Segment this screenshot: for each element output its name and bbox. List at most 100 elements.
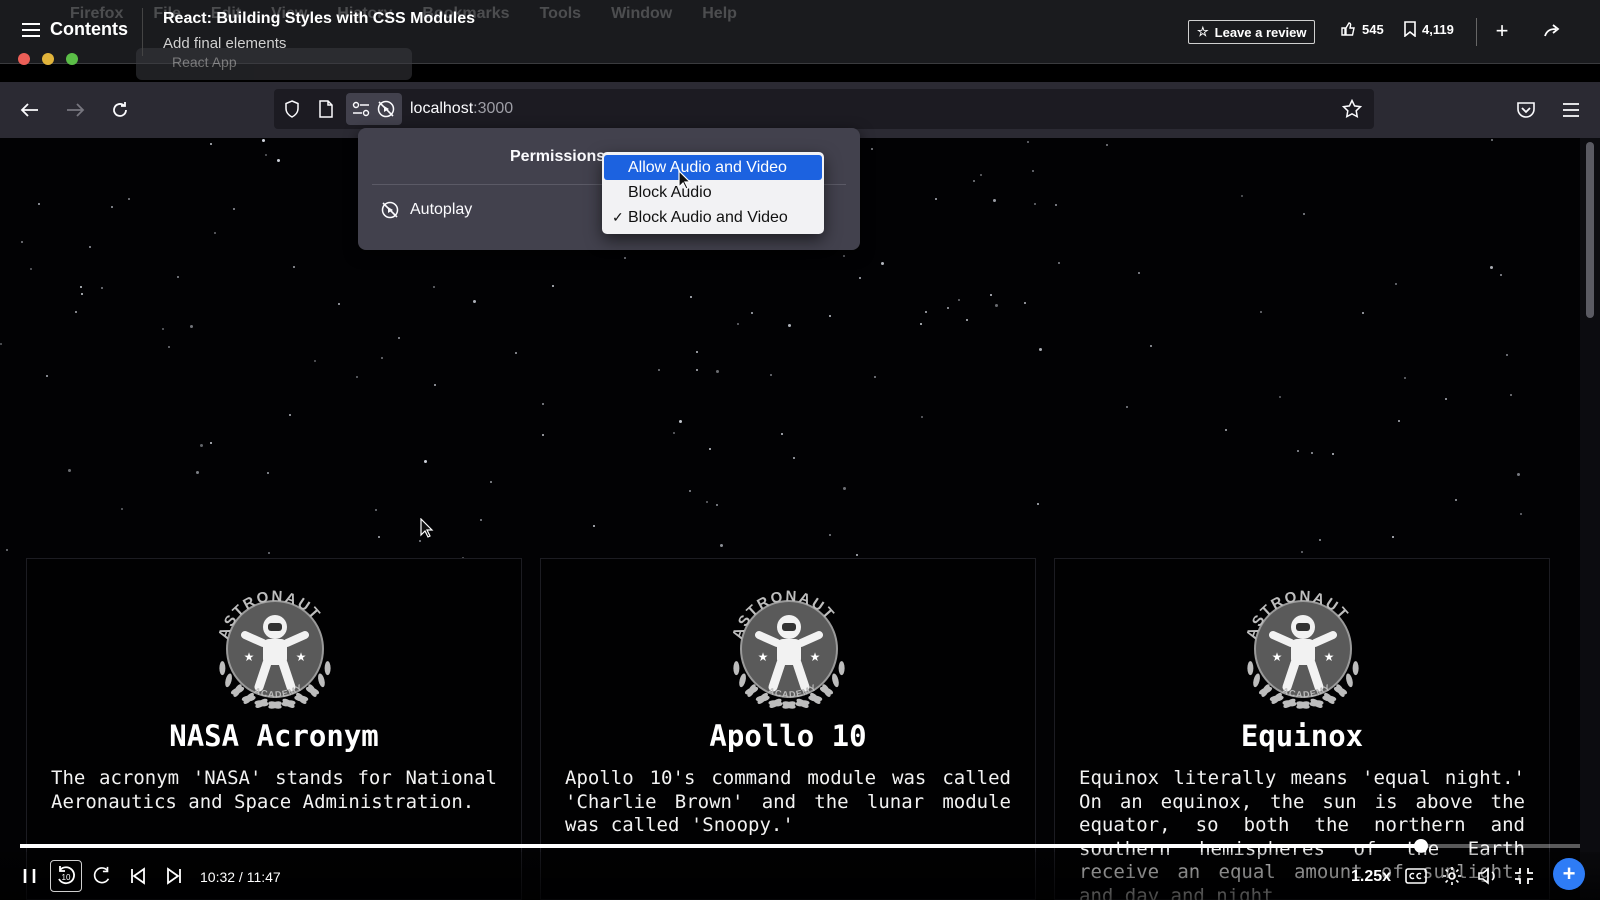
star bbox=[1394, 282, 1397, 285]
card-title: Equinox bbox=[1240, 719, 1364, 753]
star bbox=[843, 486, 847, 490]
add-note-button[interactable]: + bbox=[1553, 858, 1585, 890]
page-viewport: ★ ★ ASTRONAUT ACADEMY NASA Acronym The acro… bbox=[0, 138, 1580, 900]
star bbox=[855, 553, 858, 556]
settings-gear-icon[interactable] bbox=[1438, 862, 1466, 890]
star bbox=[750, 312, 753, 315]
previous-icon[interactable] bbox=[124, 862, 152, 890]
mouse-cursor bbox=[420, 518, 434, 538]
star bbox=[781, 433, 784, 436]
hamburger-menu-icon[interactable] bbox=[1560, 99, 1582, 121]
star bbox=[374, 509, 377, 512]
star bbox=[199, 443, 203, 447]
course-title: React: Building Styles with CSS Modules bbox=[163, 10, 476, 27]
star bbox=[695, 368, 698, 371]
bookmark-icon bbox=[1404, 21, 1416, 37]
add-to-list-icon[interactable]: + bbox=[1491, 18, 1513, 43]
star bbox=[67, 468, 71, 472]
forward-10-icon[interactable] bbox=[88, 862, 116, 890]
star bbox=[213, 232, 216, 235]
card-title: Apollo 10 bbox=[709, 719, 867, 753]
star bbox=[792, 456, 795, 459]
star bbox=[89, 245, 92, 248]
likes-button[interactable]: 545 bbox=[1340, 21, 1384, 37]
star bbox=[1444, 398, 1447, 401]
star bbox=[858, 276, 861, 279]
page-info-icon[interactable] bbox=[316, 99, 336, 119]
star bbox=[479, 519, 482, 522]
star bbox=[121, 508, 124, 511]
reload-icon[interactable] bbox=[108, 98, 132, 122]
star bbox=[678, 419, 682, 423]
captions-icon[interactable] bbox=[1402, 862, 1430, 890]
star bbox=[276, 159, 280, 163]
bookmark-star-icon[interactable] bbox=[1342, 99, 1362, 119]
next-icon[interactable] bbox=[160, 862, 188, 890]
star bbox=[1034, 202, 1037, 205]
bookmarks-count: 4,119 bbox=[1422, 21, 1454, 37]
star bbox=[719, 544, 723, 548]
star bbox=[210, 442, 213, 445]
url-port: :3000 bbox=[473, 100, 514, 117]
leave-review-button[interactable]: ☆ Leave a review bbox=[1188, 20, 1316, 44]
back-arrow-icon[interactable] bbox=[18, 98, 42, 122]
page-scrollbar[interactable] bbox=[1580, 138, 1600, 900]
option-allow-audio-video[interactable]: Allow Audio and Video bbox=[604, 155, 822, 180]
volume-icon[interactable] bbox=[1474, 862, 1502, 890]
star bbox=[1058, 262, 1061, 265]
star bbox=[829, 534, 832, 537]
star bbox=[81, 292, 84, 295]
pause-icon[interactable] bbox=[16, 862, 44, 890]
star bbox=[1392, 536, 1395, 539]
url-host: localhost bbox=[410, 100, 474, 117]
star bbox=[881, 262, 885, 266]
star bbox=[1301, 551, 1304, 554]
star bbox=[1036, 503, 1039, 506]
star bbox=[1278, 395, 1281, 398]
star bbox=[46, 374, 49, 377]
star bbox=[673, 432, 676, 435]
star bbox=[873, 376, 876, 379]
menu-icon bbox=[22, 22, 40, 37]
option-block-audio[interactable]: Block Audio bbox=[604, 180, 822, 205]
star bbox=[708, 448, 711, 451]
star bbox=[541, 402, 544, 405]
star bbox=[490, 481, 493, 484]
playback-speed[interactable]: 1.25x bbox=[1351, 868, 1391, 886]
video-progress-bar[interactable] bbox=[20, 839, 1580, 853]
option-block-audio-video[interactable]: ✓ Block Audio and Video bbox=[604, 205, 822, 230]
star bbox=[74, 311, 77, 314]
star bbox=[377, 536, 380, 539]
exit-fullscreen-icon[interactable] bbox=[1510, 862, 1538, 890]
star bbox=[100, 287, 103, 290]
star bbox=[994, 304, 998, 308]
shield-icon[interactable] bbox=[282, 99, 302, 119]
lesson-subtitle: Add final elements bbox=[163, 35, 287, 52]
star bbox=[266, 472, 269, 475]
share-icon[interactable] bbox=[1541, 20, 1563, 42]
star bbox=[292, 265, 295, 268]
url-text[interactable]: localhost:3000 bbox=[410, 100, 513, 118]
star bbox=[935, 198, 938, 201]
rewind-10-button[interactable]: 10 bbox=[50, 860, 82, 892]
star bbox=[542, 433, 545, 436]
star bbox=[473, 300, 477, 304]
scrollbar-thumb[interactable] bbox=[1586, 142, 1594, 318]
bookmark-button[interactable]: 4,119 bbox=[1404, 21, 1454, 37]
svg-text:★: ★ bbox=[244, 650, 255, 664]
star bbox=[1516, 473, 1520, 477]
forward-arrow-icon[interactable] bbox=[63, 98, 87, 122]
autoplay-blocked-icon bbox=[377, 100, 395, 118]
pocket-icon[interactable] bbox=[1515, 99, 1537, 121]
permissions-title: Permissions bbox=[510, 148, 606, 165]
permissions-toggle[interactable] bbox=[346, 93, 402, 125]
star bbox=[690, 296, 693, 299]
progress-handle[interactable] bbox=[1413, 839, 1428, 853]
star bbox=[264, 153, 267, 156]
star bbox=[658, 369, 661, 372]
zoom-window-dot bbox=[66, 53, 78, 65]
address-bar[interactable]: localhost:3000 bbox=[274, 89, 1374, 129]
mac-menu-item: Help bbox=[702, 5, 737, 22]
autoplay-label: Autoplay bbox=[410, 201, 473, 218]
contents-button[interactable]: Contents bbox=[22, 19, 128, 40]
